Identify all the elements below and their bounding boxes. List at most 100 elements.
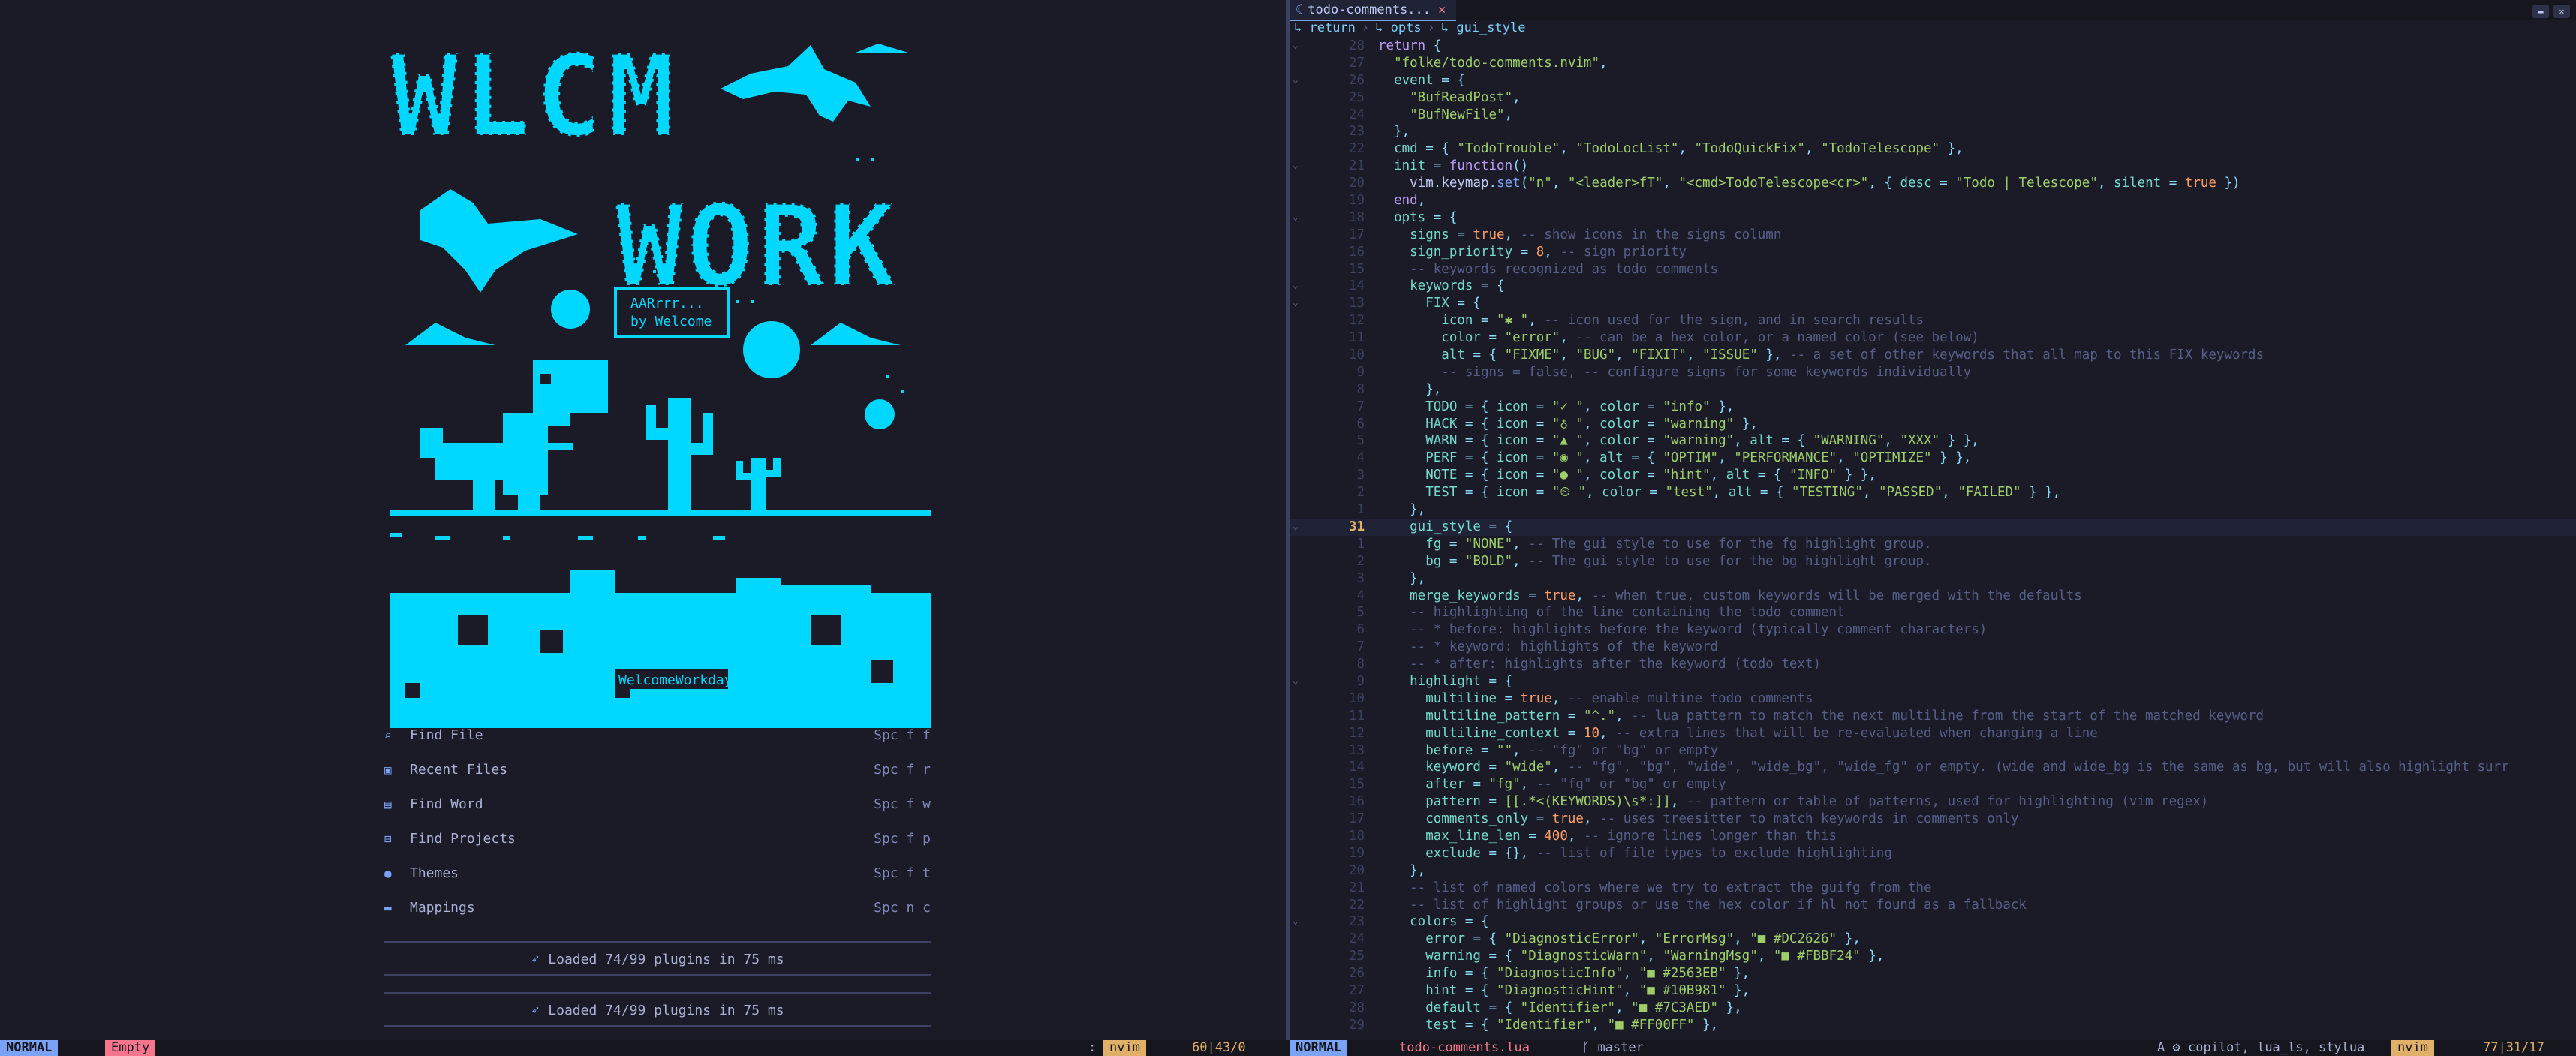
code-line[interactable]: 16 sign_priority = 8, -- sign priority bbox=[1290, 244, 2576, 261]
code-line[interactable]: 17 comments_only = true, -- uses treesit… bbox=[1290, 811, 2576, 828]
code-line[interactable]: ⌄ 31 gui_style = { bbox=[1290, 518, 2576, 536]
code-line[interactable]: 23 }, bbox=[1290, 123, 2576, 140]
code-line[interactable]: 25 "BufReadPost", bbox=[1290, 89, 2576, 107]
code-line[interactable]: ⌄ 21 init = function() bbox=[1290, 158, 2576, 175]
code-line[interactable]: 5 -- highlighting of the line containing… bbox=[1290, 604, 2576, 621]
code-line[interactable]: 29 test = { "Identifier", "■ #FF00FF" }, bbox=[1290, 1017, 2576, 1034]
menu-item-find-word[interactable]: ▤ Find Word Spc f w bbox=[384, 790, 931, 820]
code-line[interactable]: 4 PERF = { icon = "◉ ", alt = { "OPTIM",… bbox=[1290, 450, 2576, 467]
code-line[interactable]: 28 default = { "Identifier", "■ #7C3AED"… bbox=[1290, 1000, 2576, 1017]
menu-item-themes[interactable]: ● Themes Spc f t bbox=[384, 859, 931, 889]
code-line[interactable]: 3 NOTE = { icon = "● ", color = "hint", … bbox=[1290, 467, 2576, 484]
code-token: ( bbox=[1520, 176, 1529, 191]
menu-shortcut: Spc f t bbox=[874, 865, 931, 881]
breadcrumb-item[interactable]: ↳ opts bbox=[1375, 20, 1421, 35]
tab-todo-comments[interactable]: ☾ todo-comments... ✕ bbox=[1290, 0, 1457, 21]
code-line[interactable]: 2 TEST = { icon = "⏲ ", color = "test", … bbox=[1290, 484, 2576, 501]
code-line[interactable]: 25 warning = { "DiagnosticWarn", "Warnin… bbox=[1290, 948, 2576, 965]
code-text: }, bbox=[1378, 570, 1425, 588]
code-line[interactable]: ⌄ 28 return { bbox=[1290, 38, 2576, 55]
code-line[interactable]: 6 -- * before: highlights before the key… bbox=[1290, 621, 2576, 639]
code-line[interactable]: 27 "folke/todo-comments.nvim", bbox=[1290, 55, 2576, 72]
code-line[interactable]: 19 exclude = {}, -- list of file types t… bbox=[1290, 845, 2576, 862]
code-line[interactable]: 11 multiline_pattern = "^.", -- lua patt… bbox=[1290, 708, 2576, 725]
code-line[interactable]: 20 }, bbox=[1290, 862, 2576, 880]
code-token: "✓ " bbox=[1551, 399, 1584, 414]
code-line[interactable]: ⌄ 9 highlight = { bbox=[1290, 673, 2576, 690]
code-line[interactable]: 9 -- signs = false, -- configure signs f… bbox=[1290, 364, 2576, 381]
code-token: -- "fg" or "bg" or empty bbox=[1536, 777, 1726, 793]
code-line[interactable]: 17 signs = true, -- show icons in the si… bbox=[1290, 227, 2576, 244]
code-line[interactable]: 14 keyword = "wide", -- "fg", "bg", "wid… bbox=[1290, 759, 2576, 776]
code-text: multiline_pattern = "^.", -- lua pattern… bbox=[1378, 708, 2264, 725]
code-token: , bbox=[1615, 708, 1632, 724]
code-line[interactable]: 11 color = "error", -- can be a hex colo… bbox=[1290, 329, 2576, 347]
fold-indicator-icon[interactable]: ⌄ bbox=[1293, 673, 1308, 690]
code-line[interactable]: 4 merge_keywords = true, -- when true, c… bbox=[1290, 588, 2576, 605]
code-line[interactable]: 27 hint = { "DiagnosticHint", "■ #10B981… bbox=[1290, 982, 2576, 1000]
fold-indicator-icon[interactable]: ⌄ bbox=[1293, 295, 1308, 312]
code-line[interactable]: 12 icon = "✱ ", -- icon used for the sig… bbox=[1290, 312, 2576, 329]
menu-item-recent-files[interactable]: ▣ Recent Files Spc f r bbox=[384, 755, 931, 785]
code-text: default = { "Identifier", "■ #7C3AED" }, bbox=[1378, 1000, 1741, 1017]
fold-indicator-icon[interactable]: ⌄ bbox=[1293, 72, 1308, 89]
fold-indicator-icon[interactable]: ⌄ bbox=[1293, 38, 1308, 55]
code-line[interactable]: ⌄ 14 keywords = { bbox=[1290, 278, 2576, 295]
menu-item-find-file[interactable]: ⌕ Find File Spc f f bbox=[384, 721, 931, 751]
code-line[interactable]: 2 bg = "BOLD", -- The gui style to use f… bbox=[1290, 553, 2576, 570]
code-line[interactable]: 24 error = { "DiagnosticError", "ErrorMs… bbox=[1290, 931, 2576, 948]
editor-pane[interactable]: ☾ todo-comments... ✕ ▬ ✕ ↳ return › ↳ opts › ↳ … bbox=[1290, 0, 2576, 1040]
fold-indicator-icon[interactable]: ⌄ bbox=[1293, 158, 1308, 175]
code-line[interactable]: 10 multiline = true, -- enable multine t… bbox=[1290, 690, 2576, 708]
code-line[interactable]: 15 -- keywords recognized as todo commen… bbox=[1290, 261, 2576, 278]
close-icon[interactable]: ✕ bbox=[1438, 2, 1446, 17]
menu-item-mappings[interactable]: ▬ Mappings Spc n c bbox=[384, 893, 931, 923]
dashboard-pane[interactable]: WLCM WORK AARrrr... by Welcome WelcomeWo… bbox=[0, 0, 1286, 1040]
code-token: , bbox=[1586, 485, 1602, 501]
code-line[interactable]: 6 HACK = { icon = "♁ ", color = "warning… bbox=[1290, 416, 2576, 433]
code-line[interactable]: 1 fg = "NONE", -- The gui style to use f… bbox=[1290, 536, 2576, 553]
fold-indicator-icon[interactable]: ⌄ bbox=[1293, 519, 1308, 536]
code-line[interactable]: ⌄ 26 event = { bbox=[1290, 72, 2576, 89]
close-window-button[interactable]: ✕ bbox=[2553, 5, 2570, 18]
code-line[interactable]: 18 max_line_len = 400, -- ignore lines l… bbox=[1290, 828, 2576, 845]
code-line[interactable]: 7 TODO = { icon = "✓ ", color = "info" }… bbox=[1290, 399, 2576, 416]
code-token: "DiagnosticInfo" bbox=[1497, 966, 1624, 982]
code-token: exclude bbox=[1378, 845, 1481, 861]
minimize-button[interactable]: ▬ bbox=[2532, 5, 2549, 18]
code-line[interactable]: ⌄ 18 opts = { bbox=[1290, 209, 2576, 227]
line-number: 15 bbox=[1348, 261, 1365, 277]
code-line[interactable]: 24 "BufNewFile", bbox=[1290, 107, 2576, 124]
code-text: before = "", -- "fg" or "bg" or empty bbox=[1378, 742, 1718, 760]
code-line[interactable]: 5 WARN = { icon = "▲ ", color = "warning… bbox=[1290, 432, 2576, 450]
code-line[interactable]: 26 info = { "DiagnosticInfo", "■ #2563EB… bbox=[1290, 965, 2576, 982]
code-token: = bbox=[2161, 176, 2185, 191]
code-line[interactable]: 3 }, bbox=[1290, 570, 2576, 588]
code-line[interactable]: ⌄ 23 colors = { bbox=[1290, 913, 2576, 931]
code-line[interactable]: 7 -- * keyword: highlights of the keywor… bbox=[1290, 639, 2576, 656]
code-line[interactable]: 20 vim.keymap.set("n", "<leader>fT", "<c… bbox=[1290, 175, 2576, 192]
code-line[interactable]: 22 cmd = { "TodoTrouble", "TodoLocList",… bbox=[1290, 140, 2576, 158]
code-area[interactable]: ⌄ 28 return {27 "folke/todo-comments.nvim"… bbox=[1290, 38, 2576, 1034]
code-token: = { bbox=[1457, 914, 1489, 930]
code-line[interactable]: 21 -- list of named colors where we try … bbox=[1290, 880, 2576, 897]
code-line[interactable]: 19 end, bbox=[1290, 192, 2576, 209]
app-name-right: nvim bbox=[2391, 1040, 2434, 1056]
fold-indicator-icon[interactable]: ⌄ bbox=[1293, 209, 1308, 227]
code-line[interactable]: 12 multiline_context = 10, -- extra line… bbox=[1290, 725, 2576, 742]
code-line[interactable]: ⌄ 13 FIX = { bbox=[1290, 295, 2576, 312]
code-line[interactable]: 10 alt = { "FIXME", "BUG", "FIXIT", "ISS… bbox=[1290, 347, 2576, 364]
code-line[interactable]: 16 pattern = [[.*<(KEYWORDS)\s*:]], -- p… bbox=[1290, 793, 2576, 811]
menu-item-find-projects[interactable]: ⊟ Find Projects Spc f p bbox=[384, 824, 931, 854]
code-line[interactable]: 8 -- * after: highlights after the keywo… bbox=[1290, 656, 2576, 673]
code-line[interactable]: 13 before = "", -- "fg" or "bg" or empty bbox=[1290, 742, 2576, 760]
code-line[interactable]: 8 }, bbox=[1290, 381, 2576, 399]
code-line[interactable]: 1 }, bbox=[1290, 501, 2576, 519]
code-line[interactable]: 15 after = "fg", -- "fg" or "bg" or empt… bbox=[1290, 776, 2576, 793]
code-token: sign_priority bbox=[1378, 244, 1513, 260]
breadcrumb-item[interactable]: ↳ return bbox=[1294, 20, 1356, 35]
fold-indicator-icon[interactable]: ⌄ bbox=[1293, 278, 1308, 295]
code-line[interactable]: 22 -- list of highlight groups or use th… bbox=[1290, 897, 2576, 914]
breadcrumb-item[interactable]: ↳ gui_style bbox=[1441, 20, 1526, 35]
fold-indicator-icon[interactable]: ⌄ bbox=[1293, 913, 1308, 931]
